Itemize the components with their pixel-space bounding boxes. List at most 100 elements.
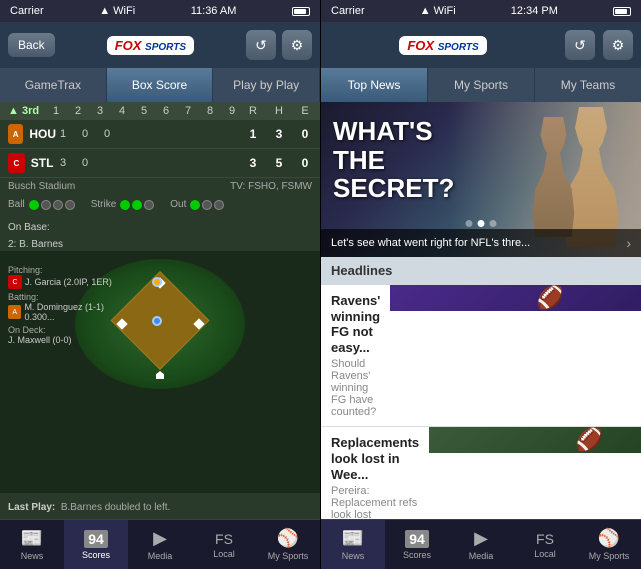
game-info-panel: Pitching: C J. Garcia (2.0IP, 1ER) Batti… xyxy=(0,259,140,351)
news-title-2: Replacements look lost in Wee... xyxy=(331,435,419,482)
venue-row: Busch Stadium TV: FSHO, FSMW xyxy=(0,178,320,195)
hero-caption[interactable]: Let's see what went right for NFL's thre… xyxy=(321,229,641,257)
right-nav-media[interactable]: ▶ Media xyxy=(449,520,513,569)
right-nav-local[interactable]: FS Local xyxy=(513,520,577,569)
right-fox-text: FOX xyxy=(407,38,434,53)
tab-myteams[interactable]: My Teams xyxy=(535,68,641,102)
last-play-text: Last Play: B.Barnes doubled to left. xyxy=(8,502,170,513)
rhe-labels: R H E xyxy=(246,105,312,117)
fox-sports-logo: FOX SPORTS xyxy=(107,36,194,55)
out-label: Out xyxy=(170,199,186,210)
ondeck-label: On Deck: xyxy=(8,325,132,335)
batting-label: Batting: xyxy=(8,292,132,302)
nav-mysports[interactable]: ⚾ My Sports xyxy=(256,520,320,569)
tab-boxscore[interactable]: Box Score xyxy=(107,68,214,102)
media-icon: ▶ xyxy=(153,528,167,549)
mysports-label: My Sports xyxy=(268,551,309,561)
left-status-bar: Carrier ▲ WiFi 11:36 AM xyxy=(0,0,320,22)
scores-label: Scores xyxy=(82,550,110,560)
headlines-header: Headlines xyxy=(321,257,641,285)
right-settings-button[interactable]: ⚙ xyxy=(603,30,633,60)
score-section: ▲ 3rd 1 2 3 4 5 6 7 8 9 R H E A HOU xyxy=(0,102,320,251)
out-dot-2 xyxy=(202,200,212,210)
last-play-label: Last Play: xyxy=(8,502,55,513)
right-nav-scores[interactable]: 94 Scores xyxy=(385,520,449,569)
tab-gametrax[interactable]: GameTrax xyxy=(0,68,107,102)
news-label: News xyxy=(21,551,44,561)
ball-dots xyxy=(29,200,75,210)
strike-dot-2 xyxy=(132,200,142,210)
nav-news[interactable]: 📰 News xyxy=(0,520,64,569)
refresh-button[interactable]: ↺ xyxy=(246,30,276,60)
fox-text: FOX xyxy=(115,38,142,53)
right-mysports-icon: ⚾ xyxy=(598,528,620,549)
right-mysports-label: My Sports xyxy=(589,551,630,561)
stl-inning-scores: 3 0 xyxy=(56,157,246,169)
out-status: Out xyxy=(170,199,224,210)
media-label: Media xyxy=(148,551,173,561)
out-dot-3 xyxy=(214,200,224,210)
left-time: 11:36 AM xyxy=(191,5,237,17)
hero-dot-3 xyxy=(490,220,497,227)
tab-mysports[interactable]: My Sports xyxy=(428,68,535,102)
ball-dot-3 xyxy=(53,200,63,210)
hou-logo: A xyxy=(8,124,23,144)
news-subtitle-2: Pereira: Replacement refs look lost xyxy=(331,485,419,519)
ball-dot-4 xyxy=(65,200,75,210)
right-time: 12:34 PM xyxy=(511,5,558,17)
headlines-title: Headlines xyxy=(331,263,392,278)
nav-media[interactable]: ▶ Media xyxy=(128,520,192,569)
right-tab-bar: Top News My Sports My Teams xyxy=(321,68,641,102)
out-dots xyxy=(190,200,224,210)
refs-icon: 🏈 xyxy=(575,427,602,453)
headlines-section: Headlines Ravens' winning FG not easy...… xyxy=(321,257,641,519)
score-header: ▲ 3rd 1 2 3 4 5 6 7 8 9 R H E xyxy=(0,102,320,120)
ravens-icon: 🏈 xyxy=(537,285,564,311)
stl-score-row: C STL 3 0 3 5 0 xyxy=(0,149,320,178)
venue-name: Busch Stadium xyxy=(8,181,75,192)
game-status-row: Ball Strike Out xyxy=(0,195,320,214)
right-signal-icon: ▲ WiFi xyxy=(420,5,456,17)
right-refresh-button[interactable]: ↺ xyxy=(565,30,595,60)
battery-icon xyxy=(292,7,310,16)
inning-numbers: 1 2 3 4 5 6 7 8 9 xyxy=(49,105,239,117)
left-bottom-nav: 📰 News 94 Scores ▶ Media FS Local ⚾ My S… xyxy=(0,519,320,569)
news-thumb-2: 🏈 xyxy=(429,427,641,453)
news-content-2: Replacements look lost in Wee... Pereira… xyxy=(321,427,429,519)
nav-scores[interactable]: 94 Scores xyxy=(64,520,128,569)
left-carrier: Carrier xyxy=(10,5,44,17)
left-tab-bar: GameTrax Box Score Play by Play xyxy=(0,68,320,102)
tab-topnews[interactable]: Top News xyxy=(321,68,428,102)
right-carrier: Carrier xyxy=(331,5,365,17)
news-item-1[interactable]: Ravens' winning FG not easy... Should Ra… xyxy=(321,285,641,427)
hero-dots xyxy=(466,220,497,227)
pitching-label: Pitching: xyxy=(8,265,132,275)
tab-playbyplay[interactable]: Play by Play xyxy=(213,68,320,102)
right-media-icon: ▶ xyxy=(474,528,488,549)
ball-label: Ball xyxy=(8,199,25,210)
hou-inning-scores: 1 0 0 xyxy=(56,128,246,140)
settings-button[interactable]: ⚙ xyxy=(282,30,312,60)
back-button[interactable]: Back xyxy=(8,33,55,57)
right-status-bar: Carrier ▲ WiFi 12:34 PM xyxy=(321,0,641,22)
on-base-row: On Base: xyxy=(0,214,320,238)
hero-dot-1 xyxy=(466,220,473,227)
local-label: Local xyxy=(213,549,235,559)
hero-image[interactable]: WHAT'STHESECRET? Let's see what went rig… xyxy=(321,102,641,257)
hero-headline: WHAT'STHESECRET? xyxy=(333,117,454,203)
nav-local[interactable]: FS Local xyxy=(192,520,256,569)
hero-caption-arrow: › xyxy=(626,235,631,251)
pitcher-dot xyxy=(152,316,162,326)
hero-dot-2 xyxy=(478,220,485,227)
ball-dot-1 xyxy=(29,200,39,210)
right-news-label: News xyxy=(342,551,365,561)
tv-info: TV: FSHO, FSMW xyxy=(230,181,312,192)
right-panel: Carrier ▲ WiFi 12:34 PM FOX SPORTS ↺ ⚙ T… xyxy=(321,0,641,569)
strike-dots xyxy=(120,200,154,210)
right-scores-icon: 94 xyxy=(405,530,429,548)
right-nav-mysports[interactable]: ⚾ My Sports xyxy=(577,520,641,569)
news-item-2[interactable]: Replacements look lost in Wee... Pereira… xyxy=(321,427,641,519)
right-nav-news[interactable]: 📰 News xyxy=(321,520,385,569)
on-base-label: On Base: xyxy=(8,222,50,233)
hou-score-row: A HOU 1 0 0 1 3 0 xyxy=(0,120,320,149)
